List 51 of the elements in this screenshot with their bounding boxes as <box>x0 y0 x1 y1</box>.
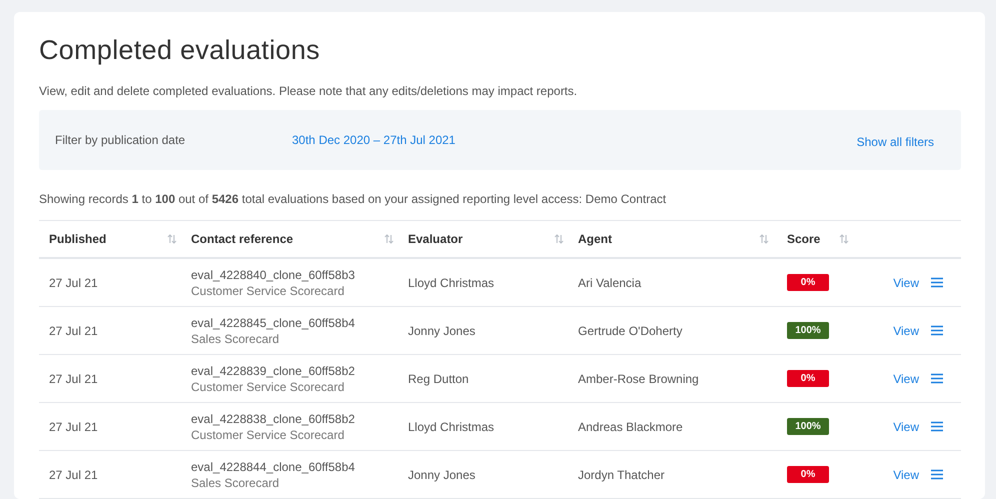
column-header[interactable]: Agent <box>578 232 612 246</box>
contact-reference: eval_4228840_clone_60ff58b3 <box>191 268 356 282</box>
view-link[interactable]: View <box>893 276 919 290</box>
view-link[interactable]: View <box>893 324 919 338</box>
agent-name: Jordyn Thatcher <box>578 468 664 482</box>
published-date: 27 Jul 21 <box>49 420 98 434</box>
menu-icon[interactable] <box>931 373 943 384</box>
menu-icon[interactable] <box>931 421 943 432</box>
scorecard-name: Customer Service Scorecard <box>191 284 346 298</box>
contact-reference: eval_4228839_clone_60ff58b2 <box>191 364 356 378</box>
evaluator-name: Lloyd Christmas <box>408 420 494 434</box>
view-link[interactable]: View <box>893 420 919 434</box>
column-header[interactable]: Published <box>49 232 106 246</box>
evaluator-name: Reg Dutton <box>408 372 469 386</box>
view-link[interactable]: View <box>893 372 919 386</box>
score-badge: 100% <box>787 322 829 339</box>
score-badge: 0% <box>787 370 829 387</box>
menu-icon[interactable] <box>931 325 943 336</box>
scorecard-name: Customer Service Scorecard <box>191 428 346 442</box>
menu-icon[interactable] <box>931 277 943 288</box>
column-header[interactable]: Evaluator <box>408 232 463 246</box>
agent-name: Amber-Rose Browning <box>578 372 699 386</box>
column-header[interactable]: Score <box>787 232 820 246</box>
agent-name: Gertrude O'Doherty <box>578 324 682 338</box>
evaluator-name: Jonny Jones <box>408 468 476 482</box>
filter-label: Filter by publication date <box>55 133 186 147</box>
agent-name: Andreas Blackmore <box>578 420 683 434</box>
contact-reference: eval_4228845_clone_60ff58b4 <box>191 316 356 330</box>
page-description: View, edit and delete completed evaluations. Please note that any edits/deletions may impact reports. <box>39 84 578 98</box>
contact-reference: eval_4228844_clone_60ff58b4 <box>191 460 356 474</box>
scorecard-name: Sales Scorecard <box>191 476 280 490</box>
view-link[interactable]: View <box>893 468 919 482</box>
records-summary: Showing records 1 to 100 out of 5426 total evaluations based on your assigned reporting level access: Demo Contract <box>39 192 668 206</box>
menu-icon[interactable] <box>931 469 943 480</box>
published-date: 27 Jul 21 <box>49 468 98 482</box>
evaluator-name: Jonny Jones <box>408 324 476 338</box>
column-header[interactable]: Contact reference <box>191 232 294 246</box>
published-date: 27 Jul 21 <box>49 372 98 386</box>
published-date: 27 Jul 21 <box>49 276 98 290</box>
date-range-link[interactable]: 30th Dec 2020 – 27th Jul 2021 <box>292 133 456 147</box>
page-title: Completed evaluations <box>39 34 321 67</box>
show-filters-link[interactable]: Show all filters <box>856 131 934 149</box>
contact-reference: eval_4228838_clone_60ff58b2 <box>191 412 356 426</box>
score-badge: 0% <box>787 274 829 291</box>
published-date: 27 Jul 21 <box>49 324 98 338</box>
agent-name: Ari Valencia <box>578 276 642 290</box>
score-badge: 100% <box>787 418 829 435</box>
evaluator-name: Lloyd Christmas <box>408 276 494 290</box>
scorecard-name: Customer Service Scorecard <box>191 380 346 394</box>
scorecard-name: Sales Scorecard <box>191 332 280 346</box>
score-badge: 0% <box>787 466 829 483</box>
